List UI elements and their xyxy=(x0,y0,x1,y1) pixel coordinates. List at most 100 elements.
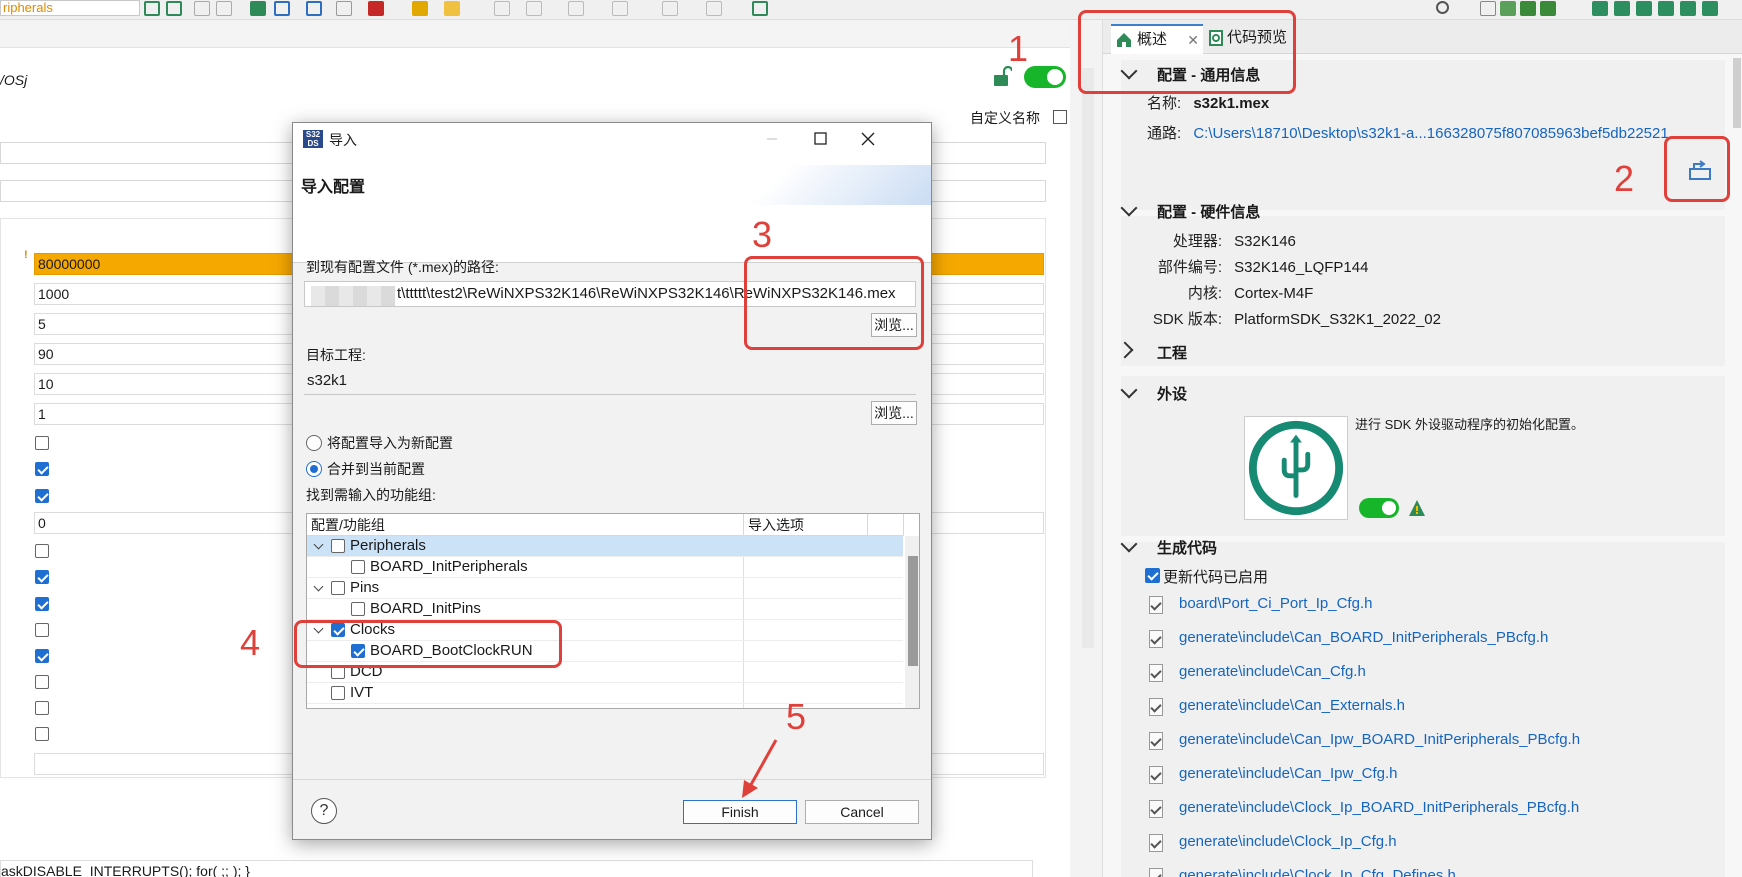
search-icon[interactable] xyxy=(1436,1,1449,14)
toolbar-new-icon[interactable] xyxy=(752,1,768,16)
setting-checkbox[interactable] xyxy=(35,623,49,637)
toolbar-folder-icon[interactable] xyxy=(412,1,428,16)
tree-checkbox[interactable] xyxy=(331,539,345,553)
code-snippet-field[interactable]: askDISABLE_INTERRUPTS(); for( ;; ); } xyxy=(0,860,1033,877)
toolbar-save-icon[interactable] xyxy=(306,1,322,16)
generated-file-link[interactable]: generate\include\Can_BOARD_InitPeriphera… xyxy=(1179,629,1548,646)
perspective-ddr-icon[interactable] xyxy=(1614,1,1630,16)
file-check-icon[interactable] xyxy=(1149,596,1163,614)
toolbar-undo-icon[interactable] xyxy=(194,1,210,16)
dialog-titlebar[interactable]: S32 DS 导入 xyxy=(293,123,931,155)
merge-current-label[interactable]: 合并到当前配置 xyxy=(327,459,425,479)
setting-checkbox[interactable] xyxy=(35,649,49,663)
setting-checkbox[interactable] xyxy=(35,570,49,584)
setting-checkbox[interactable] xyxy=(35,597,49,611)
toolbar-redo-icon[interactable] xyxy=(216,1,232,16)
perspective-chip-icon[interactable] xyxy=(1680,1,1696,16)
editor-scrollbar[interactable] xyxy=(1082,68,1094,648)
help-button[interactable]: ? xyxy=(311,798,337,824)
close-icon[interactable] xyxy=(845,123,891,155)
toolbar-forward2-icon[interactable] xyxy=(706,1,722,16)
component-enable-toggle[interactable] xyxy=(1024,66,1066,88)
setting-checkbox[interactable] xyxy=(35,727,49,741)
toolbar-up-icon[interactable] xyxy=(568,1,584,16)
tree-checkbox[interactable] xyxy=(351,602,365,616)
function-group-tree[interactable]: 配置/功能组 导入选项 Peripherals BOARD_InitPeriph… xyxy=(306,513,920,709)
toolbar-back-icon[interactable] xyxy=(612,1,628,16)
generated-file-link[interactable]: board\Port_Ci_Port_Ip_Cfg.h xyxy=(1179,595,1372,612)
config-path-link[interactable]: C:\Users\18710\Desktop\s32k1-a...1663280… xyxy=(1193,125,1668,142)
toolbar-export-icon[interactable] xyxy=(250,1,266,16)
finish-button[interactable]: Finish xyxy=(683,800,797,824)
tree-row-pins[interactable]: Pins xyxy=(307,578,903,599)
tree-scrollbar-thumb[interactable] xyxy=(908,556,918,666)
perspective-config-icon[interactable] xyxy=(1500,1,1516,16)
perspective-tee-icon[interactable] xyxy=(1636,1,1652,16)
toolbar-pen-icon[interactable] xyxy=(444,1,460,16)
setting-checkbox[interactable] xyxy=(35,701,49,715)
file-check-icon[interactable] xyxy=(1149,630,1163,648)
tree-scrollbar[interactable] xyxy=(905,536,919,708)
generated-file-link[interactable]: generate\include\Clock_Ip_BOARD_InitPeri… xyxy=(1179,799,1579,816)
perspective-combo[interactable]: ripherals xyxy=(0,0,140,16)
import-as-new-label[interactable]: 将配置导入为新配置 xyxy=(327,433,453,453)
setting-checkbox[interactable] xyxy=(35,436,49,450)
setting-checkbox[interactable] xyxy=(35,544,49,558)
tree-checkbox[interactable] xyxy=(331,686,345,700)
project-header[interactable]: 工程 xyxy=(1157,342,1187,363)
file-check-icon[interactable] xyxy=(1149,766,1163,784)
generated-file-link[interactable]: generate\include\Can_Cfg.h xyxy=(1179,663,1366,680)
generated-file-link[interactable]: generate\include\Clock_Ip_Cfg.h xyxy=(1179,833,1397,850)
tree-row-peripherals[interactable]: Peripherals xyxy=(307,536,903,557)
generated-file-link[interactable]: generate\include\Can_Ipw_Cfg.h xyxy=(1179,765,1397,782)
tree-checkbox[interactable] xyxy=(331,581,345,595)
toolbar-debug-icon[interactable] xyxy=(368,1,384,16)
perspective-clocks-icon[interactable] xyxy=(1540,1,1556,16)
panel-scrollbar[interactable] xyxy=(1733,58,1741,128)
perspective-board-icon[interactable] xyxy=(1658,1,1674,16)
perspective-grid-icon[interactable] xyxy=(1480,1,1496,16)
perspective-more-icon[interactable] xyxy=(1702,1,1718,16)
file-check-icon[interactable] xyxy=(1149,868,1163,877)
maximize-icon[interactable] xyxy=(797,123,843,155)
perspective-peripherals-icon[interactable] xyxy=(1592,1,1608,16)
setting-checkbox[interactable] xyxy=(35,489,49,503)
toolbar-edit-icon[interactable] xyxy=(494,1,510,16)
file-check-icon[interactable] xyxy=(1149,732,1163,750)
peripherals-enable-toggle[interactable] xyxy=(1359,498,1399,518)
target-project-input[interactable]: s32k1 xyxy=(304,369,916,395)
toolbar-refresh-icon[interactable] xyxy=(144,1,160,16)
tree-row-board-initpins[interactable]: BOARD_InitPins xyxy=(307,599,903,620)
toolbar-nav-icon[interactable] xyxy=(526,1,542,16)
peripherals-usb-icon[interactable] xyxy=(1244,416,1348,520)
generated-file-link[interactable]: generate\include\Can_Ipw_BOARD_InitPerip… xyxy=(1179,731,1580,748)
setting-checkbox[interactable] xyxy=(35,675,49,689)
column-header-import-option[interactable]: 导入选项 xyxy=(744,514,868,536)
chevron-down-icon[interactable] xyxy=(313,539,324,550)
perspective-pins-icon[interactable] xyxy=(1520,1,1536,16)
tree-row-board-initperipherals[interactable]: BOARD_InitPeripherals xyxy=(307,557,903,578)
setting-checkbox[interactable] xyxy=(35,462,49,476)
file-check-icon[interactable] xyxy=(1149,698,1163,716)
update-code-checkbox[interactable] xyxy=(1145,568,1160,583)
peripherals-header[interactable]: 外设 xyxy=(1157,383,1187,404)
column-header-group[interactable]: 配置/功能组 xyxy=(307,514,744,536)
chevron-down-icon[interactable] xyxy=(313,581,324,592)
generated-file-link[interactable]: generate\include\Can_Externals.h xyxy=(1179,697,1405,714)
toolbar-sort-icon[interactable] xyxy=(274,1,290,16)
custom-name-checkbox[interactable] xyxy=(1053,110,1067,124)
tree-checkbox[interactable] xyxy=(351,560,365,574)
merge-current-radio[interactable] xyxy=(306,461,322,477)
tree-row-ivt[interactable]: IVT xyxy=(307,683,903,704)
browse-project-button[interactable]: 浏览... xyxy=(871,401,917,425)
toolbar-list-icon[interactable] xyxy=(166,1,182,16)
minimize-icon[interactable] xyxy=(749,123,795,155)
import-as-new-radio[interactable] xyxy=(306,435,322,451)
cancel-button[interactable]: Cancel xyxy=(805,800,919,824)
file-check-icon[interactable] xyxy=(1149,800,1163,818)
file-check-icon[interactable] xyxy=(1149,664,1163,682)
generate-code-header[interactable]: 生成代码 xyxy=(1157,537,1217,558)
file-check-icon[interactable] xyxy=(1149,834,1163,852)
toolbar-forward-icon[interactable] xyxy=(662,1,678,16)
warning-person-icon[interactable] xyxy=(1407,498,1427,518)
